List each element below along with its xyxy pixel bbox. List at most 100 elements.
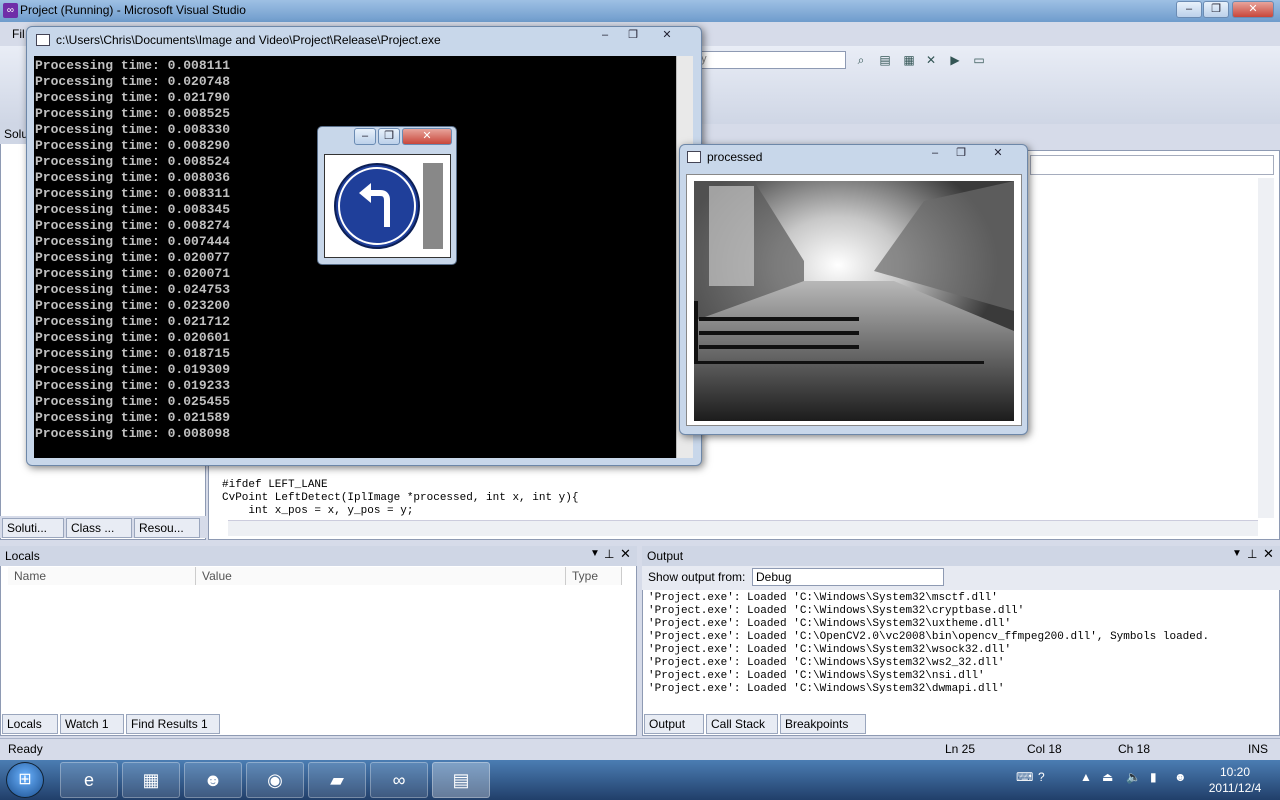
console-line-value: 0.008274 xyxy=(167,218,231,233)
editor-horizontal-scrollbar[interactable] xyxy=(228,520,1258,536)
console-line: Processing time: 0.020601 xyxy=(35,330,676,346)
code-line[interactable]: #ifdef LEFT_LANE xyxy=(222,479,328,491)
console-line-value: 0.023200 xyxy=(167,298,231,313)
column-name[interactable]: Name xyxy=(8,567,196,585)
clock[interactable]: 10:20 2011/12/4 xyxy=(1202,764,1268,796)
output-dropdown-icon[interactable]: ▼ xyxy=(1232,548,1242,559)
processed-maximize-button[interactable]: ❐ xyxy=(948,146,974,163)
console-line-value: 0.025455 xyxy=(167,394,231,409)
console-line-label: Processing time: xyxy=(35,106,168,121)
tab-breakpoints[interactable]: Breakpoints xyxy=(780,714,866,734)
explorer-folder-icon[interactable]: ▦ xyxy=(122,762,180,798)
visual-studio-icon[interactable]: ∞ xyxy=(370,762,428,798)
keyboard-icon[interactable]: ⌨ xyxy=(1016,770,1033,784)
tab-solution-explorer[interactable]: Soluti... xyxy=(2,518,64,538)
usb-icon[interactable]: ⏏ xyxy=(1102,770,1113,784)
tab-label: Output xyxy=(649,717,686,731)
console-line-value: 0.008525 xyxy=(167,106,231,121)
console-line: Processing time: 0.025455 xyxy=(35,394,676,410)
console-line-value: 0.008036 xyxy=(167,170,231,185)
console-line-value: 0.008111 xyxy=(167,58,231,73)
qq-icon[interactable]: ☻ xyxy=(184,762,242,798)
close-button[interactable]: ✕ xyxy=(1232,1,1274,18)
column-value[interactable]: Value xyxy=(196,567,566,585)
tab-watch[interactable]: Watch 1 xyxy=(60,714,124,734)
console-line-value: 0.008290 xyxy=(167,138,231,153)
qq-tray-icon[interactable]: ☻ xyxy=(1174,770,1187,784)
output-line[interactable]: 'Project.exe': Loaded 'C:\Windows\System… xyxy=(648,618,1011,630)
code-line[interactable]: int x_pos = x, y_pos = y; xyxy=(222,505,413,517)
tab-label: Locals xyxy=(7,717,42,731)
console-line-label: Processing time: xyxy=(35,266,168,281)
menu-file[interactable]: Fil xyxy=(12,27,25,41)
console-task-icon[interactable]: ▤ xyxy=(432,762,490,798)
console-line: Processing time: 0.018715 xyxy=(35,346,676,362)
console-line-value: 0.018715 xyxy=(167,346,231,361)
code-line[interactable]: CvPoint LeftDetect(IplImage *processed, … xyxy=(222,492,578,504)
tab-resource-view[interactable]: Resou... xyxy=(134,518,200,538)
console-line: Processing time: 0.023200 xyxy=(35,298,676,314)
console-minimize-button[interactable]: – xyxy=(592,28,618,45)
output-line[interactable]: 'Project.exe': Loaded 'C:\Windows\System… xyxy=(648,592,998,604)
locals-dropdown-icon[interactable]: ▼ xyxy=(590,548,600,559)
tab-label: Find Results 1 xyxy=(131,717,208,731)
output-source-select[interactable]: Debug xyxy=(752,568,944,586)
console-line-value: 0.020601 xyxy=(167,330,231,345)
output-close-icon[interactable]: ✕ xyxy=(1263,546,1274,562)
command-window-icon[interactable]: ▭ xyxy=(970,51,988,69)
maximize-button[interactable]: ❐ xyxy=(1203,1,1229,18)
status-line: Ln 25 xyxy=(945,742,976,756)
console-line-value: 0.020071 xyxy=(167,266,231,281)
tab-call-stack[interactable]: Call Stack xyxy=(706,714,778,734)
console-line-value: 0.020077 xyxy=(167,250,231,265)
help-icon[interactable]: ? xyxy=(1038,770,1045,784)
sticky-notes-icon[interactable]: ▰ xyxy=(308,762,366,798)
console-line-value: 0.021790 xyxy=(167,90,231,105)
console-line-label: Processing time: xyxy=(35,154,168,169)
output-line[interactable]: 'Project.exe': Loaded 'C:\OpenCV2.0\vc20… xyxy=(648,631,1209,643)
show-hidden-icons-icon[interactable]: ▲ xyxy=(1080,770,1092,784)
find-icon[interactable]: ⌕ xyxy=(852,51,870,69)
column-type[interactable]: Type xyxy=(566,567,622,585)
output-line[interactable]: 'Project.exe': Loaded 'C:\Windows\System… xyxy=(648,670,985,682)
output-pin-icon[interactable]: ⊥ xyxy=(1247,547,1257,561)
output-line[interactable]: 'Project.exe': Loaded 'C:\Windows\System… xyxy=(648,605,1024,617)
minimize-button[interactable]: – xyxy=(1176,1,1202,18)
start-button[interactable]: ⊞ xyxy=(6,762,44,798)
editor-vertical-scrollbar[interactable] xyxy=(1258,178,1274,518)
console-line-label: Processing time: xyxy=(35,282,168,297)
sign-minimize-button[interactable]: – xyxy=(354,128,376,145)
console-maximize-button[interactable]: ❐ xyxy=(620,28,646,45)
output-line[interactable]: 'Project.exe': Loaded 'C:\Windows\System… xyxy=(648,683,1004,695)
toolbox-icon[interactable]: ▦ xyxy=(900,51,918,69)
vs-titlebar[interactable]: Project (Running) - Microsoft Visual Stu… xyxy=(0,0,1280,22)
sign-close-button[interactable]: ✕ xyxy=(402,128,452,145)
sign-maximize-button[interactable]: ❐ xyxy=(378,128,400,145)
start-page-icon[interactable]: ▶ xyxy=(946,51,964,69)
tab-find-results[interactable]: Find Results 1 xyxy=(126,714,220,734)
volume-icon[interactable]: 🔈 xyxy=(1126,770,1141,784)
show-output-label: Show output from: xyxy=(648,570,746,584)
output-line[interactable]: 'Project.exe': Loaded 'C:\Windows\System… xyxy=(648,644,1011,656)
processed-minimize-button[interactable]: – xyxy=(922,146,948,163)
tab-locals[interactable]: Locals xyxy=(2,714,58,734)
toolbar-combo[interactable]: ny xyxy=(690,51,846,69)
internet-explorer-icon[interactable]: e xyxy=(60,762,118,798)
tab-output[interactable]: Output xyxy=(644,714,704,734)
chrome-icon[interactable]: ◉ xyxy=(246,762,304,798)
console-line-label: Processing time: xyxy=(35,330,168,345)
network-icon[interactable]: ▮ xyxy=(1150,770,1157,784)
processed-close-button[interactable]: ✕ xyxy=(985,146,1011,163)
properties-icon[interactable]: ▤ xyxy=(876,51,894,69)
tab-class-view[interactable]: Class ... xyxy=(66,518,132,538)
locals-close-icon[interactable]: ✕ xyxy=(620,546,631,562)
console-line-label: Processing time: xyxy=(35,346,168,361)
locals-pin-icon[interactable]: ⊥ xyxy=(604,547,614,561)
console-close-button[interactable]: ✕ xyxy=(654,28,680,45)
console-line: Processing time: 0.021589 xyxy=(35,410,676,426)
console-line-value: 0.008311 xyxy=(167,186,231,201)
console-line-value: 0.019309 xyxy=(167,362,231,377)
output-line[interactable]: 'Project.exe': Loaded 'C:\Windows\System… xyxy=(648,657,1004,669)
tools-icon[interactable]: ✕ xyxy=(922,51,940,69)
member-combo[interactable] xyxy=(1030,155,1274,175)
